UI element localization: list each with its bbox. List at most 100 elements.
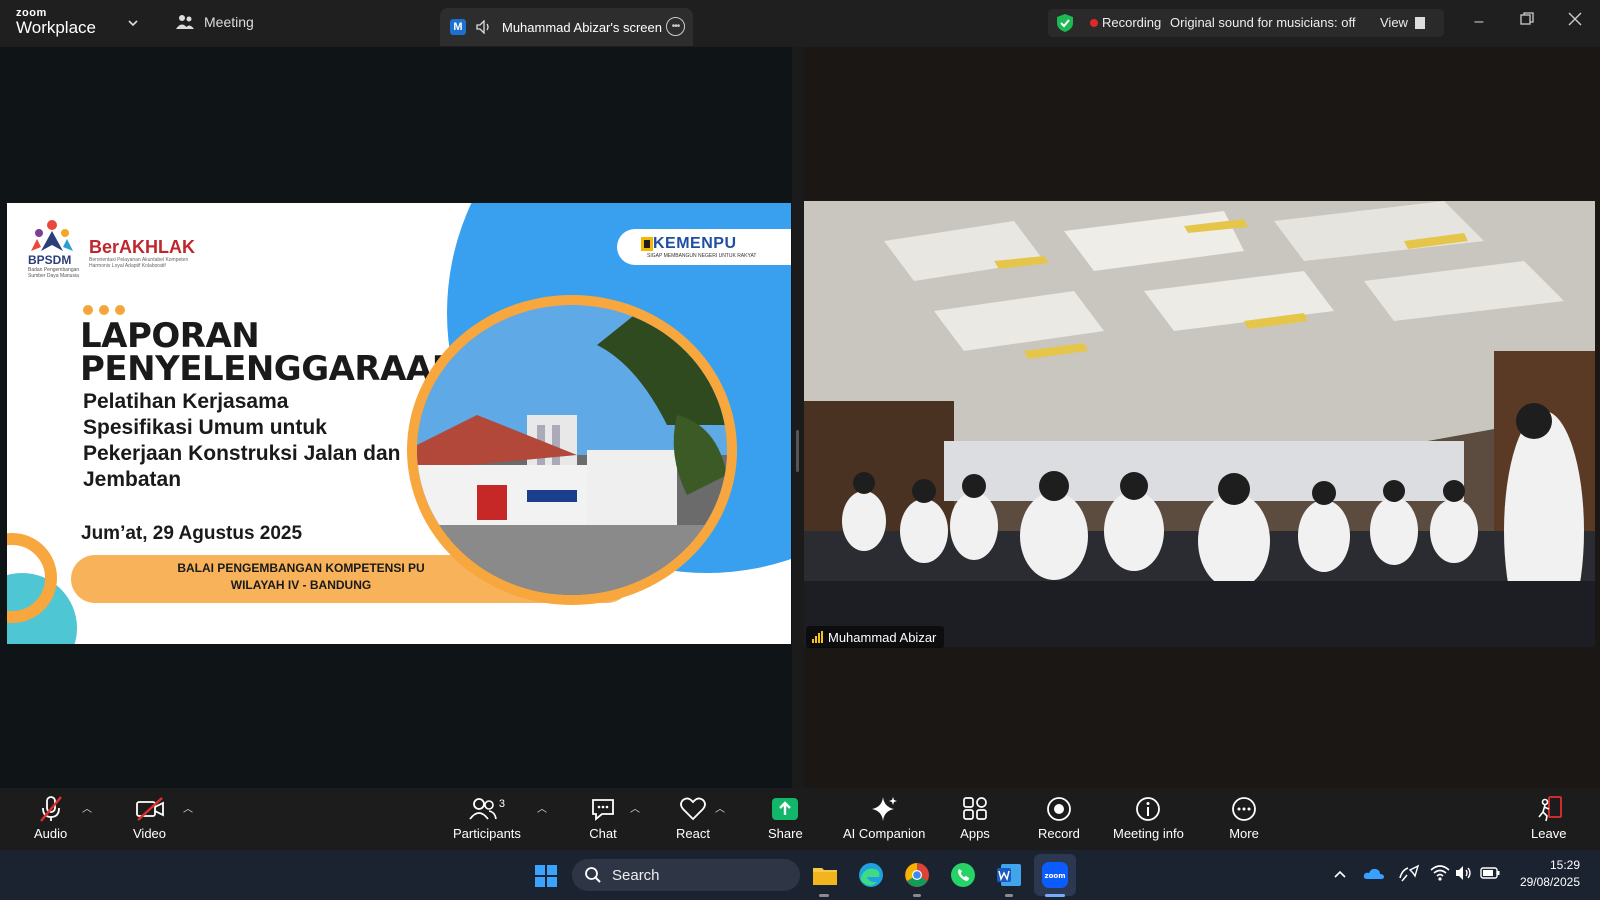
people-icon bbox=[176, 15, 194, 29]
leave-label: Leave bbox=[1531, 826, 1567, 841]
volume-icon[interactable] bbox=[1455, 865, 1473, 881]
word-running-indicator bbox=[1005, 894, 1013, 897]
recording-status-bar: Recording Original sound for musicians: … bbox=[1048, 9, 1444, 37]
zoom-app-icon[interactable]: zoom bbox=[1041, 861, 1069, 889]
kemenpu-tagline: SIGAP MEMBANGUN NEGERI UNTUK RAKYAT bbox=[647, 253, 757, 259]
system-clock[interactable]: 15:29 29/08/2025 bbox=[1520, 857, 1580, 891]
brand-bottom: Workplace bbox=[16, 18, 96, 37]
svg-text:zoom: zoom bbox=[1045, 872, 1066, 880]
word-icon[interactable] bbox=[995, 861, 1023, 889]
slide-subtitle: Pelatihan Kerjasama Spesifikasi Umum unt… bbox=[83, 390, 401, 491]
wifi-icon[interactable] bbox=[1430, 865, 1450, 881]
panel-divider[interactable] bbox=[792, 47, 804, 788]
taskbar-search[interactable]: Search bbox=[572, 859, 800, 891]
view-button[interactable]: View bbox=[1380, 15, 1408, 30]
tab-meeting[interactable]: Meeting bbox=[176, 14, 254, 30]
leave-icon bbox=[1538, 796, 1562, 822]
screen-tab-label: Muhammad Abizar's screen bbox=[502, 19, 662, 35]
participants-caret-icon[interactable]: ︿ bbox=[537, 800, 547, 815]
info-icon bbox=[1136, 797, 1161, 821]
audio-button[interactable]: Audio bbox=[34, 794, 67, 841]
chrome-browser-icon[interactable] bbox=[903, 861, 931, 889]
clock-date: 29/08/2025 bbox=[1519, 875, 1580, 889]
organizer-line1: BALAI PENGEMBANGAN KOMPETENSI PU bbox=[177, 561, 425, 575]
view-layout-icon[interactable] bbox=[1415, 17, 1425, 29]
participant-name: Muhammad Abizar bbox=[828, 629, 937, 645]
apps-label: Apps bbox=[960, 826, 990, 841]
more-button[interactable]: More bbox=[1229, 794, 1259, 841]
react-button[interactable]: React bbox=[676, 794, 710, 841]
share-label: Share bbox=[768, 826, 803, 841]
apps-button[interactable]: Apps bbox=[960, 794, 990, 841]
shared-slide: BPSDM Badan Pengembangan Sumber Daya Man… bbox=[7, 203, 791, 644]
ai-companion-button[interactable]: AI Companion bbox=[843, 794, 925, 841]
clock-time: 15:29 bbox=[1549, 858, 1580, 872]
kemenpu-badge: KEMENPU SIGAP MEMBANGUN NEGERI UNTUK RAK… bbox=[617, 229, 791, 265]
recording-label[interactable]: Recording bbox=[1102, 15, 1161, 30]
zoom-workplace-logo[interactable]: zoom Workplace bbox=[16, 8, 96, 37]
original-sound-toggle[interactable]: Original sound for musicians: off bbox=[1170, 15, 1355, 30]
record-label: Record bbox=[1038, 826, 1080, 841]
restore-button[interactable] bbox=[1517, 12, 1537, 32]
sharer-badge: M bbox=[450, 19, 466, 35]
whatsapp-icon[interactable] bbox=[949, 861, 977, 889]
tab-shared-screen[interactable]: M Muhammad Abizar's screen ••• bbox=[440, 8, 693, 46]
leave-button[interactable]: Leave bbox=[1531, 794, 1566, 841]
berakhlak-logo: BerAKHLAK bbox=[89, 237, 196, 257]
bpsdm-name: BPSDM bbox=[28, 253, 72, 267]
video-button[interactable]: Video bbox=[133, 794, 166, 841]
record-button[interactable]: Record bbox=[1038, 794, 1080, 841]
signal-strength-icon bbox=[812, 631, 823, 643]
zoom-window: zoom Workplace Meeting M Muhammad Abizar… bbox=[0, 0, 1600, 900]
share-button[interactable]: Share bbox=[768, 794, 803, 841]
react-caret-icon[interactable]: ︿ bbox=[715, 800, 725, 815]
sparkle-icon bbox=[872, 797, 898, 821]
participant-video-feed[interactable] bbox=[804, 201, 1595, 647]
berakhlak-subtitle: Berorientasi Pelayanan Akuntabel Kompete… bbox=[89, 257, 189, 269]
onedrive-icon[interactable] bbox=[1363, 866, 1385, 880]
os-taskbar: Search zoom 15:29 29/08/2025 bbox=[0, 850, 1600, 900]
participants-label: Participants bbox=[453, 826, 521, 841]
mic-muted-icon bbox=[39, 796, 62, 822]
chrome-running-indicator bbox=[913, 894, 921, 897]
network-location-icon[interactable] bbox=[1398, 864, 1420, 884]
battery-icon[interactable] bbox=[1480, 867, 1500, 879]
organizer-line2: WILAYAH IV - BANDUNG bbox=[230, 578, 372, 592]
audio-options-caret-icon[interactable]: ︿ bbox=[82, 800, 92, 815]
chat-icon bbox=[592, 799, 614, 821]
file-explorer-icon[interactable] bbox=[811, 861, 839, 889]
slide-date: Jum’at, 29 Agustus 2025 bbox=[81, 523, 303, 544]
recording-dot-icon bbox=[1090, 19, 1098, 27]
search-label: Search bbox=[612, 866, 660, 884]
video-off-icon bbox=[135, 797, 164, 821]
video-options-caret-icon[interactable]: ︿ bbox=[183, 800, 193, 815]
kemenpu-title: KEMENPU bbox=[653, 235, 737, 252]
chat-button[interactable]: Chat bbox=[588, 794, 618, 841]
restore-icon bbox=[1520, 12, 1534, 25]
kemenpu-logo-icon bbox=[641, 237, 653, 251]
search-icon bbox=[585, 867, 601, 883]
more-options-icon[interactable]: ••• bbox=[666, 17, 685, 36]
close-button[interactable] bbox=[1565, 12, 1585, 32]
minimize-button[interactable]: – bbox=[1469, 12, 1489, 32]
divider-handle[interactable] bbox=[796, 430, 799, 472]
slide-title-line2: PENYELENGGARAAN bbox=[80, 349, 460, 389]
chat-caret-icon[interactable]: ︿ bbox=[630, 800, 640, 815]
participants-icon bbox=[469, 798, 497, 820]
record-icon bbox=[1047, 797, 1071, 821]
meeting-toolbar: Audio ︿ Video ︿ 3 Participants ︿ Chat ︿ … bbox=[0, 788, 1600, 850]
bpsdm-subtitle: Badan Pengembangan Sumber Daya Manusia bbox=[28, 267, 80, 279]
video-label: Video bbox=[133, 826, 167, 841]
chevron-down-icon[interactable] bbox=[126, 16, 140, 30]
audio-label: Audio bbox=[34, 826, 68, 841]
close-icon bbox=[1568, 12, 1582, 26]
explorer-running-indicator bbox=[819, 894, 829, 897]
shield-check-icon[interactable] bbox=[1056, 13, 1074, 33]
windows-start-icon[interactable] bbox=[535, 865, 557, 887]
meeting-info-button[interactable]: Meeting info bbox=[1113, 794, 1184, 841]
chat-label: Chat bbox=[589, 826, 617, 841]
edge-browser-icon[interactable] bbox=[857, 861, 885, 889]
show-hidden-icons-icon[interactable] bbox=[1334, 869, 1346, 879]
heart-icon bbox=[680, 797, 706, 821]
participants-button[interactable]: 3 Participants bbox=[453, 794, 521, 841]
